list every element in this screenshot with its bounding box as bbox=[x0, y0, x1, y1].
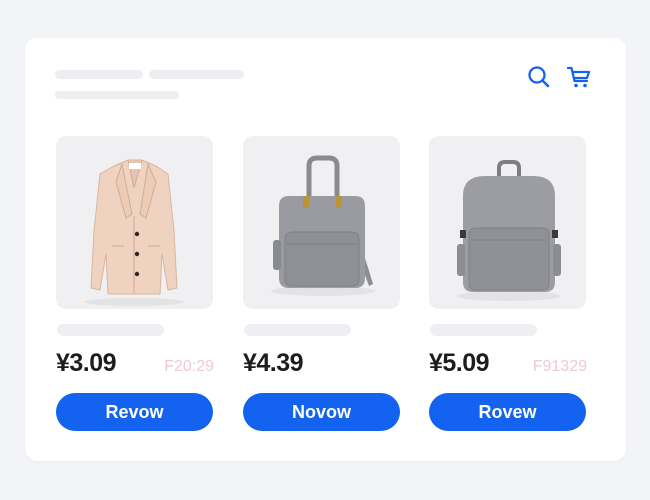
backpack-image[interactable] bbox=[429, 136, 586, 309]
product-panel: ¥3.09 F20:29 Revow ¥4.39 Novow ¥5.09 F91… bbox=[25, 38, 626, 461]
product-name-placeholder bbox=[430, 324, 537, 336]
product-name-placeholder bbox=[57, 324, 164, 336]
product-card[interactable]: ¥5.09 F91329 Rovew bbox=[429, 136, 587, 436]
placeholder-bar bbox=[55, 70, 143, 79]
product-card[interactable]: ¥4.39 Novow bbox=[243, 136, 401, 436]
price: ¥5.09 bbox=[429, 349, 490, 377]
rovew-button[interactable]: Rovew bbox=[429, 393, 586, 431]
backpack-image[interactable] bbox=[243, 136, 400, 309]
placeholder-bar bbox=[55, 91, 179, 99]
old-price: F20:29 bbox=[164, 358, 214, 375]
cart-icon[interactable] bbox=[566, 64, 592, 90]
revow-button[interactable]: Revow bbox=[56, 393, 213, 431]
search-icon[interactable] bbox=[526, 64, 552, 90]
price: ¥4.39 bbox=[243, 349, 304, 377]
product-name-placeholder bbox=[244, 324, 351, 336]
placeholder-bar bbox=[149, 70, 244, 79]
product-card[interactable]: ¥3.09 F20:29 Revow bbox=[56, 136, 214, 436]
price: ¥3.09 bbox=[56, 349, 117, 377]
coat-image[interactable] bbox=[56, 136, 213, 309]
novow-button[interactable]: Novow bbox=[243, 393, 400, 431]
old-price: F91329 bbox=[532, 358, 587, 375]
